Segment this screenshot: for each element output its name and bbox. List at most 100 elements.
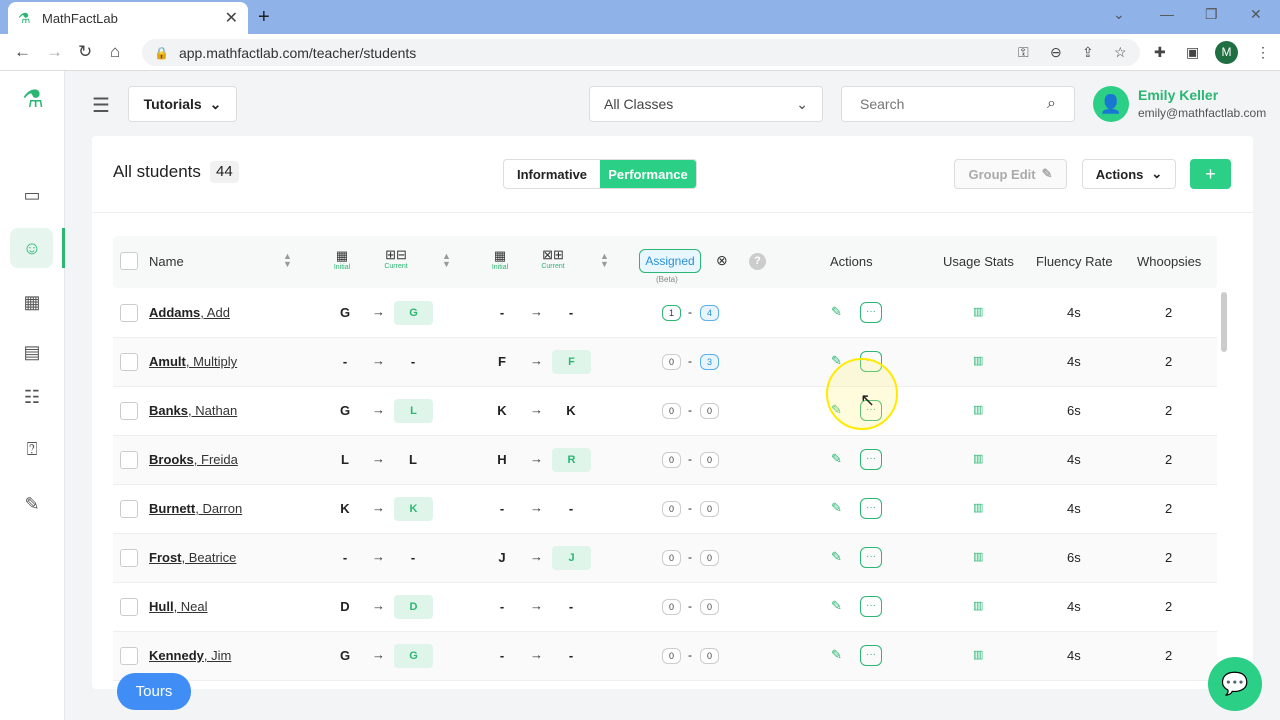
edit-pencil-icon[interactable]: ✎	[831, 451, 842, 467]
row-checkbox[interactable]	[120, 647, 138, 665]
sort-icon[interactable]: ▲ ▼	[283, 252, 292, 269]
student-name-link[interactable]: Banks, Nathan	[149, 403, 237, 418]
assignments-icon[interactable]: ▤	[20, 340, 44, 364]
more-options-icon[interactable]: ···	[860, 596, 882, 617]
more-options-icon[interactable]: ···	[860, 547, 882, 568]
bar-chart-icon[interactable]: ▥	[973, 452, 983, 465]
arrow-right-icon: →	[530, 549, 543, 564]
bar-chart-icon[interactable]: ▥	[973, 501, 983, 514]
teachers-icon[interactable]: ☷	[20, 385, 44, 409]
bar-chart-icon[interactable]: ▥	[973, 403, 983, 416]
sort-icon[interactable]: ▲ ▼	[442, 252, 451, 269]
more-options-icon[interactable]: ···	[860, 645, 882, 666]
student-name-link[interactable]: Amult, Multiply	[149, 354, 237, 369]
tutorials-dropdown[interactable]: Tutorials ⌄	[128, 86, 237, 122]
bar-chart-icon[interactable]: ▥	[973, 648, 983, 661]
table-scrollbar[interactable]	[1221, 292, 1227, 352]
last-name: Burnett	[149, 501, 196, 516]
sidepanel-icon[interactable]: ▣	[1186, 44, 1199, 61]
reload-icon[interactable]: ↻	[78, 42, 92, 62]
key-icon[interactable]: ⚿	[1018, 44, 1029, 61]
actions-label: Actions	[1095, 166, 1144, 182]
restore-icon[interactable]: ❐	[1205, 6, 1218, 23]
row-checkbox[interactable]	[120, 500, 138, 518]
new-tab-icon[interactable]: +	[258, 6, 270, 29]
assigned-total-pill: 0	[700, 550, 719, 566]
edit-pencil-icon[interactable]: ✎	[831, 598, 842, 614]
extensions-icon[interactable]: ✚	[1154, 44, 1166, 61]
edit-pencil-icon[interactable]: ✎	[831, 304, 842, 320]
classroom-icon[interactable]: ▭	[20, 183, 44, 207]
forward-icon[interactable]: →	[46, 42, 63, 62]
student-name-link[interactable]: Addams, Add	[149, 305, 230, 320]
class-select[interactable]: All Classes ⌄	[589, 86, 823, 122]
search-input[interactable]	[860, 96, 1020, 112]
browser-menu-icon[interactable]: ⋮	[1256, 44, 1270, 61]
user-avatar[interactable]: 👤	[1093, 86, 1129, 122]
more-options-icon[interactable]: ···	[860, 449, 882, 470]
informative-view-button[interactable]: Informative	[504, 160, 600, 188]
row-checkbox[interactable]	[120, 304, 138, 322]
row-checkbox[interactable]	[120, 549, 138, 567]
help-icon[interactable]: ⍰	[20, 437, 44, 461]
browser-tab[interactable]: ⚗ MathFactLab ✕	[8, 2, 248, 34]
bar-chart-icon[interactable]: ▥	[973, 354, 983, 367]
student-name-link[interactable]: Hull, Neal	[149, 599, 208, 614]
url-input[interactable]: 🔒 app.mathfactlab.com/teacher/students	[142, 39, 1140, 66]
close-window-icon[interactable]: ✕	[1250, 6, 1262, 23]
row-checkbox[interactable]	[120, 353, 138, 371]
student-name-link[interactable]: Brooks, Freida	[149, 452, 238, 467]
help-icon[interactable]: ?	[749, 253, 766, 270]
tours-button[interactable]: Tours	[117, 673, 191, 710]
whoopsies-count: 2	[1165, 403, 1173, 418]
minimize-icon[interactable]: —	[1160, 6, 1174, 22]
search-icon[interactable]: ⌕	[1047, 95, 1056, 113]
sort-icon[interactable]: ▲ ▼	[600, 252, 609, 269]
fluency-rate: 4s	[1067, 452, 1081, 467]
more-options-icon[interactable]: ···	[860, 302, 882, 323]
select-all-checkbox[interactable]	[120, 252, 138, 270]
home-icon[interactable]: ⌂	[110, 42, 120, 62]
bookmark-star-icon[interactable]: ☆	[1114, 44, 1127, 61]
table-row: Hull, Neal D → D - → -0-0 ✎ ··· ▥ 4s 2	[113, 583, 1217, 632]
student-name-link[interactable]: Kennedy, Jim	[149, 648, 231, 663]
assigned-total-pill: 3	[700, 354, 719, 370]
group-edit-button[interactable]: Group Edit ✎	[954, 159, 1067, 189]
edit-pencil-icon[interactable]: ✎	[831, 549, 842, 565]
row-checkbox[interactable]	[120, 402, 138, 420]
whoopsies-count: 2	[1165, 550, 1173, 565]
tab-search-icon[interactable]: ⌄	[1113, 6, 1125, 23]
close-tab-icon[interactable]: ✕	[225, 8, 238, 28]
bar-chart-icon[interactable]: ▥	[973, 599, 983, 612]
separator: -	[688, 305, 692, 319]
edit-notes-icon[interactable]: ✎	[20, 492, 44, 516]
mathfactlab-logo-icon[interactable]: ⚗	[19, 85, 47, 117]
student-name-link[interactable]: Burnett, Darron	[149, 501, 242, 516]
performance-view-button[interactable]: Performance	[600, 160, 696, 188]
add-student-button[interactable]: +	[1190, 159, 1231, 189]
actions-dropdown[interactable]: Actions ⌄	[1082, 159, 1176, 189]
chat-bubble-icon[interactable]: 💬	[1208, 657, 1262, 711]
profile-avatar[interactable]: M	[1215, 41, 1238, 64]
back-icon[interactable]: ←	[14, 42, 31, 62]
user-name[interactable]: Emily Keller	[1138, 87, 1218, 103]
bar-chart-icon[interactable]: ▥	[973, 305, 983, 318]
row-checkbox[interactable]	[120, 598, 138, 616]
bar-chart-icon[interactable]: ▥	[973, 550, 983, 563]
edit-pencil-icon[interactable]: ✎	[831, 647, 842, 663]
reports-icon[interactable]: ▦	[20, 290, 44, 314]
share-icon[interactable]: ⇪	[1082, 44, 1094, 61]
clear-filter-icon[interactable]: ⊗	[716, 252, 728, 269]
assigned-completed-pill: 0	[662, 501, 681, 517]
col-name[interactable]: Name	[149, 254, 184, 269]
more-options-icon[interactable]: ···	[860, 498, 882, 519]
assigned-filter[interactable]: Assigned	[639, 249, 701, 273]
addition-current-header: ⊞⊟ Current	[380, 247, 412, 270]
edit-pencil-icon[interactable]: ✎	[831, 500, 842, 516]
zoom-icon[interactable]: ⊖	[1050, 44, 1062, 61]
student-name-link[interactable]: Frost, Beatrice	[149, 550, 236, 565]
arrow-right-icon: →	[530, 304, 543, 319]
students-icon[interactable]: ☺	[20, 236, 44, 260]
row-checkbox[interactable]	[120, 451, 138, 469]
menu-icon[interactable]: ☰	[92, 93, 110, 118]
